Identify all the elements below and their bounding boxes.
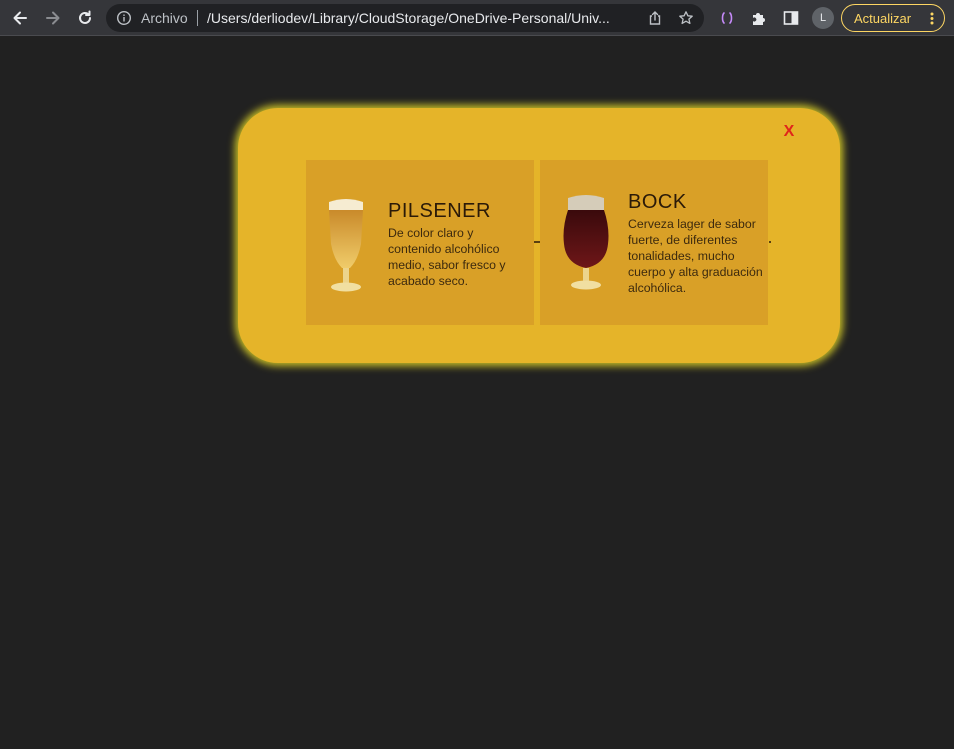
profile-avatar[interactable]: L bbox=[812, 7, 834, 29]
bookmark-star-icon[interactable] bbox=[678, 10, 694, 26]
page-content: X PILSENER De color claro y contenido al… bbox=[0, 37, 954, 749]
card-connector-line bbox=[769, 241, 771, 243]
beer-card-pilsener[interactable]: PILSENER De color claro y contenido alco… bbox=[306, 160, 534, 325]
browser-toolbar: Archivo /Users/derliodev/Library/CloudSt… bbox=[0, 0, 954, 36]
update-button-label: Actualizar bbox=[854, 11, 912, 26]
share-icon[interactable] bbox=[647, 10, 663, 26]
beer-title: BOCK bbox=[628, 191, 687, 213]
more-menu-icon[interactable] bbox=[930, 12, 934, 25]
reload-button[interactable] bbox=[73, 6, 97, 30]
arrow-right-icon bbox=[46, 11, 60, 25]
beer-description: De color claro y contenido alcohólico me… bbox=[388, 226, 506, 288]
url-text[interactable]: /Users/derliodev/Library/CloudStorage/On… bbox=[207, 10, 637, 26]
security-label: Archivo bbox=[141, 10, 188, 26]
extension-brackets-icon[interactable] bbox=[718, 9, 736, 27]
beer-description: Cerveza lager de sabor fuerte, de difere… bbox=[628, 217, 763, 295]
reload-icon bbox=[79, 10, 91, 24]
forward-button[interactable] bbox=[41, 6, 65, 30]
beer-title: PILSENER bbox=[388, 200, 491, 222]
beer-card-bock[interactable]: BOCK Cerveza lager de sabor fuerte, de d… bbox=[540, 160, 768, 325]
extensions-puzzle-icon[interactable] bbox=[750, 9, 768, 27]
address-bar[interactable]: Archivo /Users/derliodev/Library/CloudSt… bbox=[106, 4, 704, 32]
beer-types-modal: X PILSENER De color claro y contenido al… bbox=[238, 108, 840, 363]
back-button[interactable] bbox=[8, 6, 32, 30]
side-panel-icon[interactable] bbox=[782, 9, 800, 27]
close-button[interactable]: X bbox=[781, 123, 797, 141]
pilsner-glass-icon bbox=[329, 199, 363, 292]
update-button[interactable]: Actualizar bbox=[841, 4, 945, 32]
omnibox-divider bbox=[197, 10, 198, 26]
bock-glass-icon bbox=[563, 195, 609, 290]
arrow-left-icon bbox=[13, 11, 27, 25]
info-icon[interactable] bbox=[116, 10, 132, 26]
